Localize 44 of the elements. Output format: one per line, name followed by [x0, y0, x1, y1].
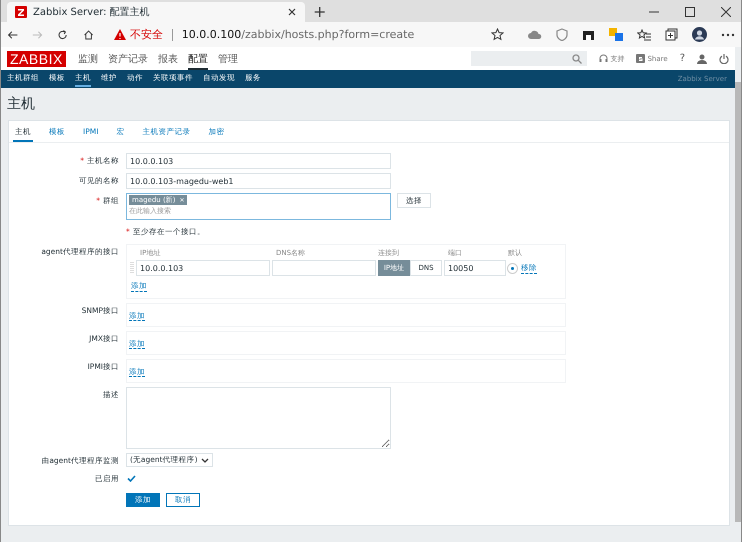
shield-icon[interactable] [556, 28, 568, 41]
more-icon[interactable] [720, 32, 735, 36]
menu-item[interactable]: 管理 [218, 48, 238, 70]
input-field[interactable]: 10.0.0.103 [126, 153, 391, 169]
new-tab-button[interactable]: + [305, 2, 334, 22]
security-warning: 不安全 [130, 27, 163, 42]
collections-icon[interactable] [664, 28, 678, 41]
chevron-down-icon [200, 458, 209, 462]
search-icon [572, 54, 582, 64]
page-title: 主机 [6, 95, 36, 114]
store-icon[interactable] [582, 28, 595, 40]
maximize-icon[interactable] [685, 7, 695, 17]
port-field[interactable]: 10050 [444, 260, 506, 276]
favorites-icon[interactable] [636, 28, 651, 40]
url-text: 10.0.0.100/zabbix/hosts.php?form=create [182, 28, 416, 41]
avatar-icon[interactable] [692, 27, 707, 42]
headset-icon [599, 54, 608, 63]
star-icon[interactable] [490, 28, 504, 41]
enabled-checkbox[interactable] [126, 473, 137, 484]
ip-field[interactable]: 10.0.0.103 [136, 260, 270, 276]
menu-item[interactable]: 报表 [158, 48, 178, 70]
power-icon[interactable] [719, 54, 729, 64]
dns-field[interactable] [272, 260, 376, 276]
menu-item[interactable]: 监测 [78, 48, 98, 70]
cloud-icon[interactable] [528, 28, 542, 40]
menu-item[interactable]: 资产记录 [108, 48, 148, 70]
close-icon[interactable] [721, 7, 731, 17]
close-icon[interactable] [287, 7, 297, 17]
warning-icon [114, 29, 126, 40]
drag-handle-icon [130, 262, 134, 274]
description-field[interactable] [126, 387, 391, 449]
browser-tab[interactable]: Zabbix Server: 配置主机 [7, 2, 305, 22]
share-logo-icon [636, 54, 646, 63]
home-icon[interactable] [82, 28, 94, 42]
tab-title: Zabbix Server: 配置主机 [33, 6, 151, 19]
checkmark-icon [127, 475, 136, 482]
zabbix-z-icon [15, 6, 27, 18]
default-radio[interactable] [508, 264, 517, 272]
reload-icon[interactable] [57, 28, 69, 42]
user-icon[interactable] [697, 54, 707, 64]
help-link[interactable]: ? [680, 53, 685, 64]
search-field[interactable] [471, 51, 588, 66]
input-field[interactable]: 10.0.0.103-magedu-web1 [126, 173, 391, 189]
zabbix-logo[interactable]: ZABBIX [7, 50, 66, 66]
